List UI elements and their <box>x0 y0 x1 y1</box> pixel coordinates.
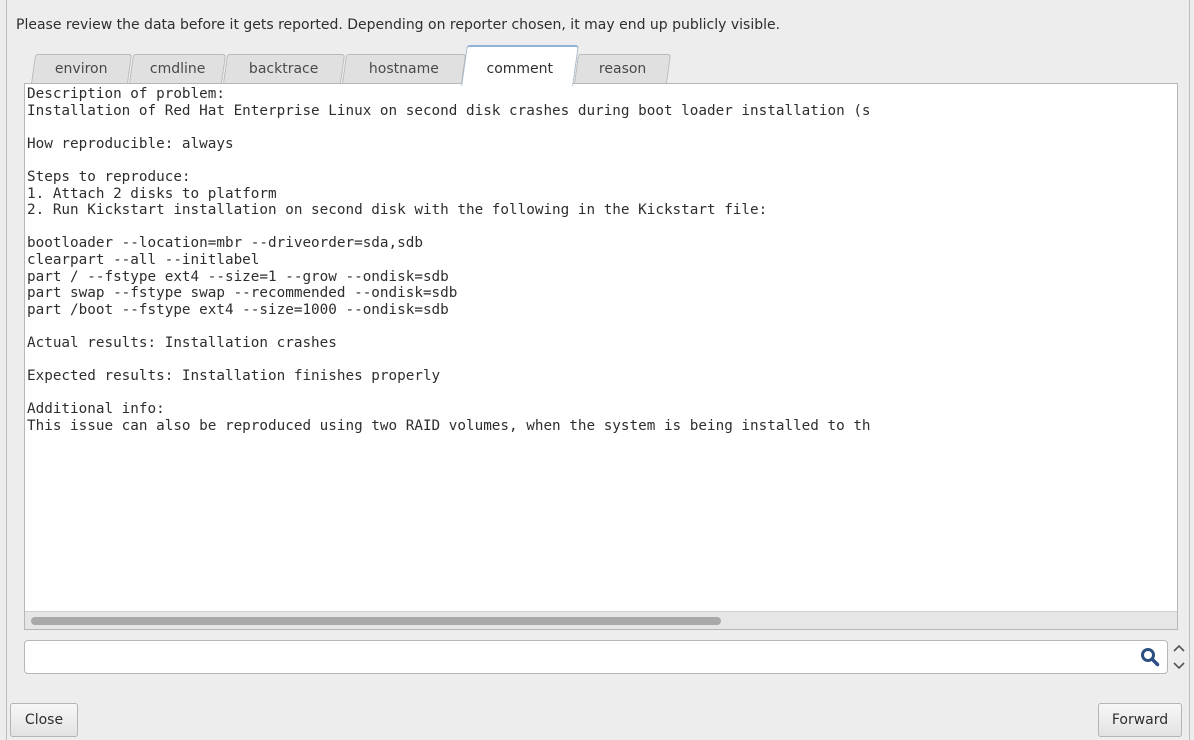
tab-comment[interactable]: comment <box>461 45 579 86</box>
tab-backtrace[interactable]: backtrace <box>222 54 346 84</box>
tab-cmdline[interactable]: cmdline <box>128 54 227 84</box>
forward-button[interactable]: Forward <box>1098 703 1182 737</box>
tab-bar: environ cmdline backtrace hostname comme… <box>30 45 933 86</box>
horizontal-scrollbar-thumb[interactable] <box>31 617 721 625</box>
comment-text-view[interactable]: Description of problem: Installation of … <box>24 83 1178 630</box>
search-spin-control[interactable] <box>1169 640 1189 674</box>
search-input[interactable] <box>31 645 1135 669</box>
tab-reason[interactable]: reason <box>573 54 672 84</box>
comment-text[interactable]: Description of problem: Installation of … <box>27 86 871 434</box>
magnifier-icon[interactable] <box>1139 646 1161 668</box>
spin-up-down-icon[interactable] <box>1169 640 1189 674</box>
close-button[interactable]: Close <box>10 703 78 737</box>
tab-environ[interactable]: environ <box>30 54 133 84</box>
review-notice: Please review the data before it gets re… <box>16 17 781 33</box>
tab-hostname[interactable]: hostname <box>341 54 467 84</box>
search-field[interactable] <box>24 640 1168 674</box>
horizontal-scrollbar[interactable] <box>25 611 1177 629</box>
